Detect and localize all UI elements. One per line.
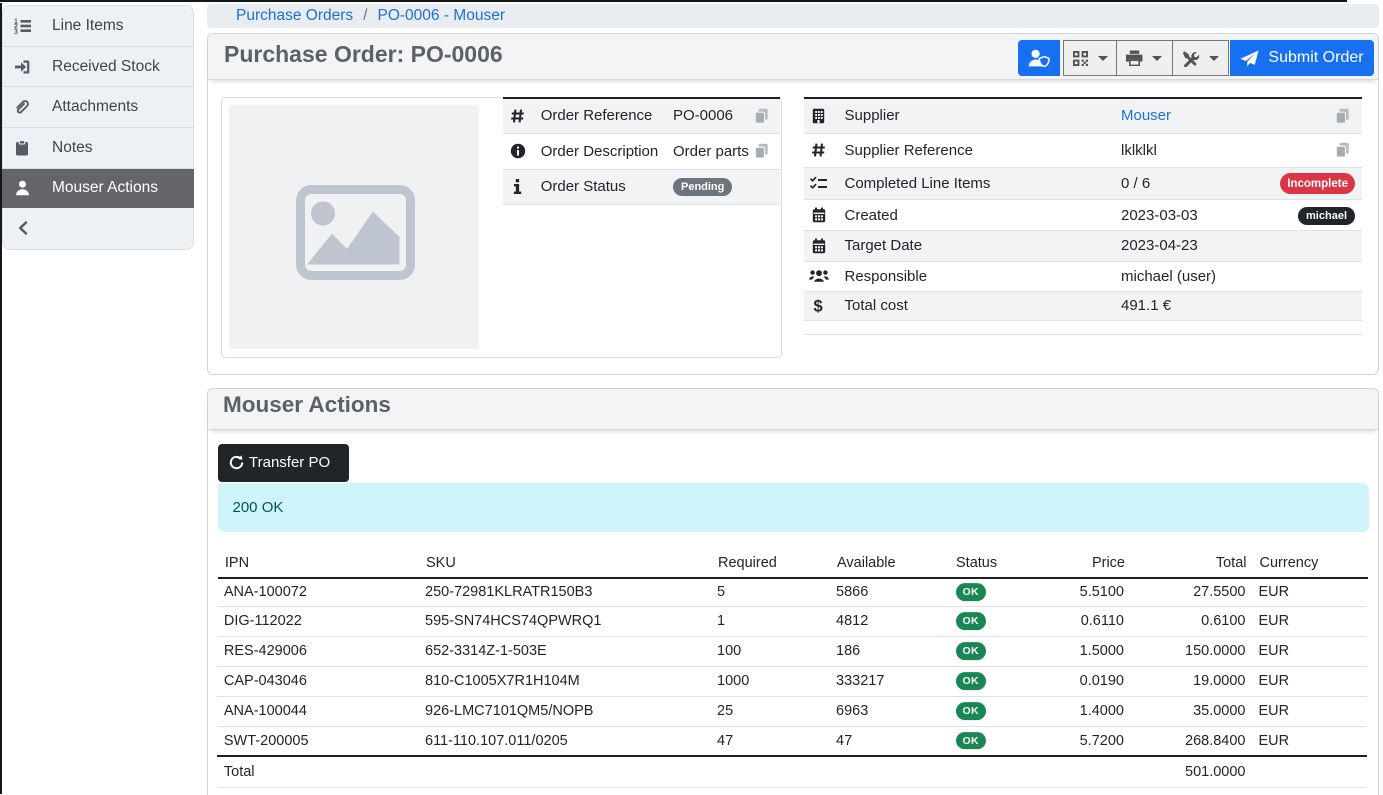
svg-text:$: $: [814, 298, 823, 315]
svg-text:3: 3: [14, 29, 18, 34]
